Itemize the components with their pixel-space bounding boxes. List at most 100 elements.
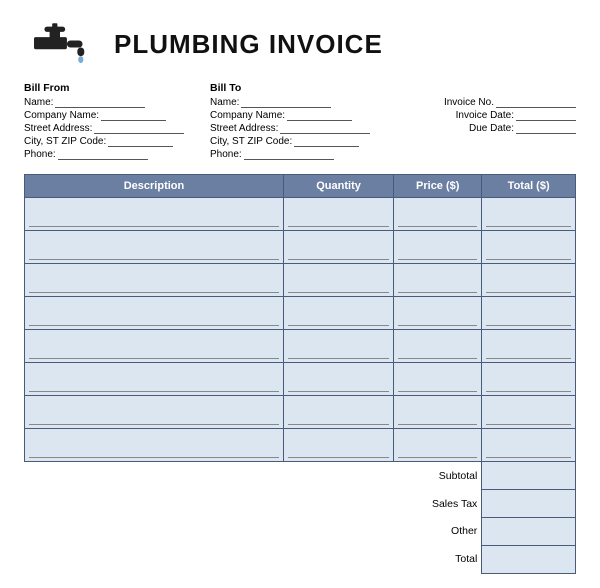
price-cell-7[interactable] bbox=[394, 429, 482, 462]
price-header: Price ($) bbox=[394, 175, 482, 198]
summary-value-subtotal[interactable] bbox=[482, 462, 576, 490]
qty-cell-2[interactable] bbox=[283, 264, 393, 297]
bill-to-company-label: Company Name: bbox=[210, 110, 285, 121]
bill-to-name-field[interactable] bbox=[241, 98, 331, 108]
bill-from-city-field[interactable] bbox=[108, 137, 173, 147]
invoice-date-row: Invoice Date: bbox=[396, 110, 576, 121]
due-date-label: Due Date: bbox=[469, 123, 514, 134]
total-cell-0[interactable] bbox=[482, 198, 576, 231]
desc-cell-6[interactable] bbox=[25, 396, 284, 429]
price-cell-1[interactable] bbox=[394, 231, 482, 264]
summary-empty-cell bbox=[25, 518, 394, 546]
table-row bbox=[25, 231, 576, 264]
bill-from-city-label: City, ST ZIP Code: bbox=[24, 136, 106, 147]
bill-to-street-field[interactable] bbox=[280, 124, 370, 134]
bill-to-phone-label: Phone: bbox=[210, 149, 242, 160]
bill-to-name-row: Name: bbox=[210, 97, 396, 108]
summary-row-sales-tax: Sales Tax bbox=[25, 490, 576, 518]
desc-cell-1[interactable] bbox=[25, 231, 284, 264]
bill-to-name-label: Name: bbox=[210, 97, 239, 108]
faucet-icon bbox=[24, 18, 96, 70]
bill-to-phone-row: Phone: bbox=[210, 149, 396, 160]
summary-label-other: Other bbox=[394, 518, 482, 546]
summary-empty-cell bbox=[25, 462, 394, 490]
summary-row-subtotal: Subtotal bbox=[25, 462, 576, 490]
bill-from-street-row: Street Address: bbox=[24, 123, 210, 134]
price-cell-2[interactable] bbox=[394, 264, 482, 297]
qty-cell-1[interactable] bbox=[283, 231, 393, 264]
table-header-row: Description Quantity Price ($) Total ($) bbox=[25, 175, 576, 198]
quantity-header: Quantity bbox=[283, 175, 393, 198]
bill-from-company-field[interactable] bbox=[101, 111, 166, 121]
due-date-field[interactable] bbox=[516, 124, 576, 134]
bill-from-phone-field[interactable] bbox=[58, 150, 148, 160]
summary-label-sales-tax: Sales Tax bbox=[394, 490, 482, 518]
bill-from-name-row: Name: bbox=[24, 97, 210, 108]
due-date-row: Due Date: bbox=[396, 123, 576, 134]
bill-section: Bill From Name: Company Name: Street Add… bbox=[24, 82, 576, 162]
qty-cell-3[interactable] bbox=[283, 297, 393, 330]
bill-from-street-field[interactable] bbox=[94, 124, 184, 134]
desc-cell-4[interactable] bbox=[25, 330, 284, 363]
desc-cell-5[interactable] bbox=[25, 363, 284, 396]
desc-cell-3[interactable] bbox=[25, 297, 284, 330]
bill-to-street-row: Street Address: bbox=[210, 123, 396, 134]
total-header: Total ($) bbox=[482, 175, 576, 198]
total-cell-2[interactable] bbox=[482, 264, 576, 297]
qty-cell-7[interactable] bbox=[283, 429, 393, 462]
bill-from-column: Bill From Name: Company Name: Street Add… bbox=[24, 82, 210, 162]
bill-to-label: Bill To bbox=[210, 82, 396, 94]
bill-to-company-field[interactable] bbox=[287, 111, 352, 121]
desc-cell-0[interactable] bbox=[25, 198, 284, 231]
total-cell-1[interactable] bbox=[482, 231, 576, 264]
price-cell-3[interactable] bbox=[394, 297, 482, 330]
summary-value-other[interactable] bbox=[482, 518, 576, 546]
qty-cell-4[interactable] bbox=[283, 330, 393, 363]
invoice-header: PLUMBING INVOICE bbox=[24, 18, 576, 70]
total-cell-6[interactable] bbox=[482, 396, 576, 429]
invoice-number-field[interactable] bbox=[496, 98, 576, 108]
summary-label-total: Total bbox=[394, 545, 482, 573]
invoice-info-column: Invoice No. Invoice Date: Due Date: bbox=[396, 82, 576, 162]
invoice-number-row: Invoice No. bbox=[396, 97, 576, 108]
invoice-date-field[interactable] bbox=[516, 111, 576, 121]
invoice-date-label: Invoice Date: bbox=[456, 110, 514, 121]
desc-cell-7[interactable] bbox=[25, 429, 284, 462]
desc-cell-2[interactable] bbox=[25, 264, 284, 297]
description-header: Description bbox=[25, 175, 284, 198]
summary-value-sales-tax[interactable] bbox=[482, 490, 576, 518]
table-row bbox=[25, 429, 576, 462]
total-cell-7[interactable] bbox=[482, 429, 576, 462]
summary-value-total[interactable] bbox=[482, 545, 576, 573]
bill-from-label: Bill From bbox=[24, 82, 210, 94]
summary-empty-cell bbox=[25, 490, 394, 518]
total-cell-3[interactable] bbox=[482, 297, 576, 330]
table-row bbox=[25, 330, 576, 363]
price-cell-6[interactable] bbox=[394, 396, 482, 429]
table-row bbox=[25, 198, 576, 231]
price-cell-4[interactable] bbox=[394, 330, 482, 363]
bill-from-city-row: City, ST ZIP Code: bbox=[24, 136, 210, 147]
bill-to-phone-field[interactable] bbox=[244, 150, 334, 160]
total-cell-4[interactable] bbox=[482, 330, 576, 363]
bill-to-street-label: Street Address: bbox=[210, 123, 278, 134]
price-cell-5[interactable] bbox=[394, 363, 482, 396]
price-cell-0[interactable] bbox=[394, 198, 482, 231]
bill-to-city-label: City, ST ZIP Code: bbox=[210, 136, 292, 147]
qty-cell-0[interactable] bbox=[283, 198, 393, 231]
bill-to-city-field[interactable] bbox=[294, 137, 359, 147]
qty-cell-6[interactable] bbox=[283, 396, 393, 429]
table-row bbox=[25, 363, 576, 396]
summary-row-other: Other bbox=[25, 518, 576, 546]
bill-from-phone-label: Phone: bbox=[24, 149, 56, 160]
bill-from-name-field[interactable] bbox=[55, 98, 145, 108]
total-cell-5[interactable] bbox=[482, 363, 576, 396]
invoice-number-label: Invoice No. bbox=[444, 97, 494, 108]
bill-from-company-label: Company Name: bbox=[24, 110, 99, 121]
qty-cell-5[interactable] bbox=[283, 363, 393, 396]
bill-to-city-row: City, ST ZIP Code: bbox=[210, 136, 396, 147]
invoice-table: Description Quantity Price ($) Total ($)… bbox=[24, 174, 576, 574]
table-row bbox=[25, 396, 576, 429]
bill-from-company-row: Company Name: bbox=[24, 110, 210, 121]
summary-row-total: Total bbox=[25, 545, 576, 573]
